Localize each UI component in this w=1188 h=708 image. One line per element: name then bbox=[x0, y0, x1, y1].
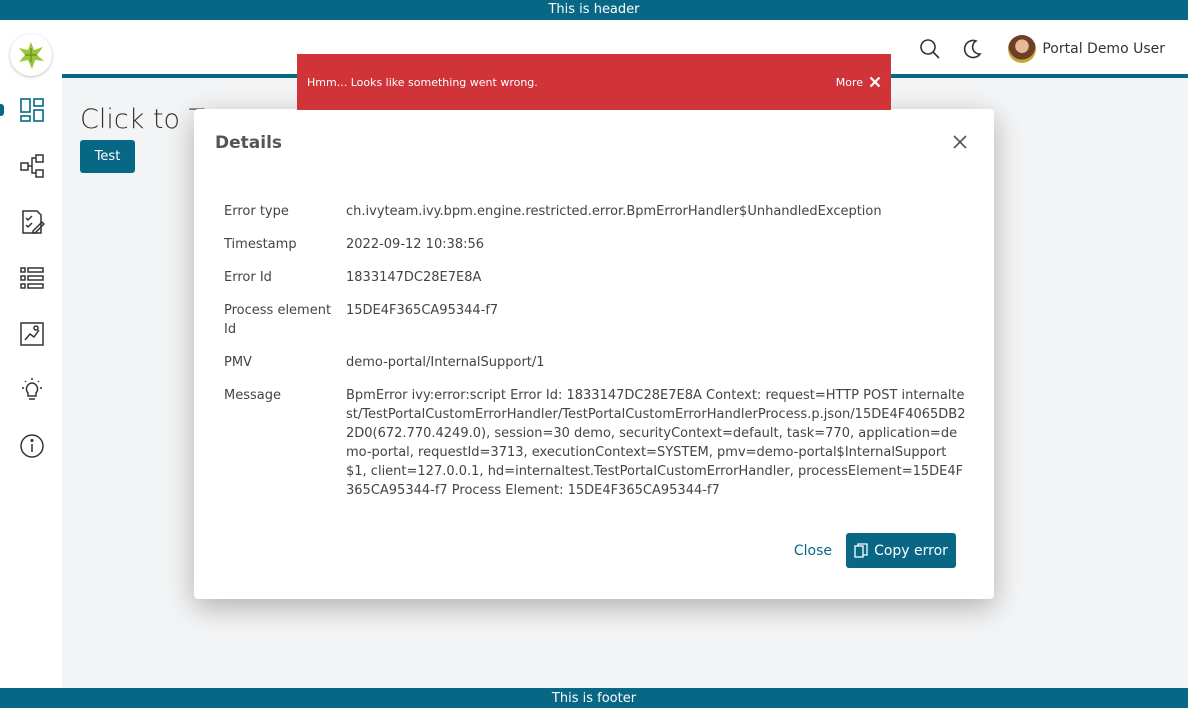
nav-ideas[interactable] bbox=[14, 372, 50, 408]
copy-error-button[interactable]: Copy error bbox=[846, 533, 956, 568]
sidebar bbox=[0, 20, 62, 688]
close-icon[interactable] bbox=[869, 76, 881, 88]
moon-icon[interactable] bbox=[960, 37, 984, 61]
avatar bbox=[1008, 35, 1037, 63]
process-icon bbox=[20, 154, 44, 178]
growl-message: Hmm... Looks like something went wrong. bbox=[307, 75, 538, 89]
copy-error-label: Copy error bbox=[874, 542, 948, 559]
detail-row: Timestamp 2022-09-12 10:38:56 bbox=[224, 237, 485, 252]
detail-row: PMV demo-portal/InternalSupport/1 bbox=[224, 355, 545, 370]
info-icon bbox=[20, 434, 44, 458]
nav-processes[interactable] bbox=[14, 148, 50, 184]
detail-row: Process element Id 15DE4F365CA95344-f7 bbox=[224, 303, 499, 337]
user-menu[interactable]: Portal Demo User bbox=[1008, 35, 1165, 63]
task-icon bbox=[22, 210, 45, 234]
close-icon[interactable] bbox=[952, 134, 968, 150]
case-list-icon bbox=[20, 267, 44, 289]
nav-statistics[interactable] bbox=[14, 316, 50, 352]
statistics-icon bbox=[20, 322, 44, 346]
nav-cases[interactable] bbox=[14, 260, 50, 296]
error-growl: Hmm... Looks like something went wrong. … bbox=[297, 54, 891, 110]
detail-row: Error type ch.ivyteam.ivy.bpm.engine.res… bbox=[224, 204, 882, 219]
ivy-logo-icon[interactable] bbox=[10, 34, 52, 76]
nav-tasks[interactable] bbox=[14, 204, 50, 240]
growl-more-link[interactable]: More bbox=[836, 76, 863, 89]
header-banner: This is header bbox=[0, 0, 1188, 20]
dialog-title: Details bbox=[215, 133, 283, 153]
search-icon[interactable] bbox=[918, 37, 942, 61]
copy-icon bbox=[854, 543, 868, 558]
error-details-dialog: Details Error type ch.ivyteam.ivy.bpm.en… bbox=[194, 109, 994, 599]
detail-row: Message BpmError ivy:error:script Error … bbox=[224, 388, 966, 498]
detail-row: Error Id 1833147DC28E7E8A bbox=[224, 270, 482, 285]
active-nav-marker bbox=[0, 104, 4, 116]
nav-dashboard[interactable] bbox=[14, 92, 50, 128]
close-button[interactable]: Close bbox=[794, 543, 832, 559]
user-name: Portal Demo User bbox=[1042, 41, 1165, 57]
footer-banner: This is footer bbox=[0, 688, 1188, 708]
idea-icon bbox=[22, 378, 42, 400]
nav-info[interactable] bbox=[14, 428, 50, 464]
dashboard-icon bbox=[20, 98, 44, 122]
error-details: Error type ch.ivyteam.ivy.bpm.engine.res… bbox=[224, 202, 969, 514]
